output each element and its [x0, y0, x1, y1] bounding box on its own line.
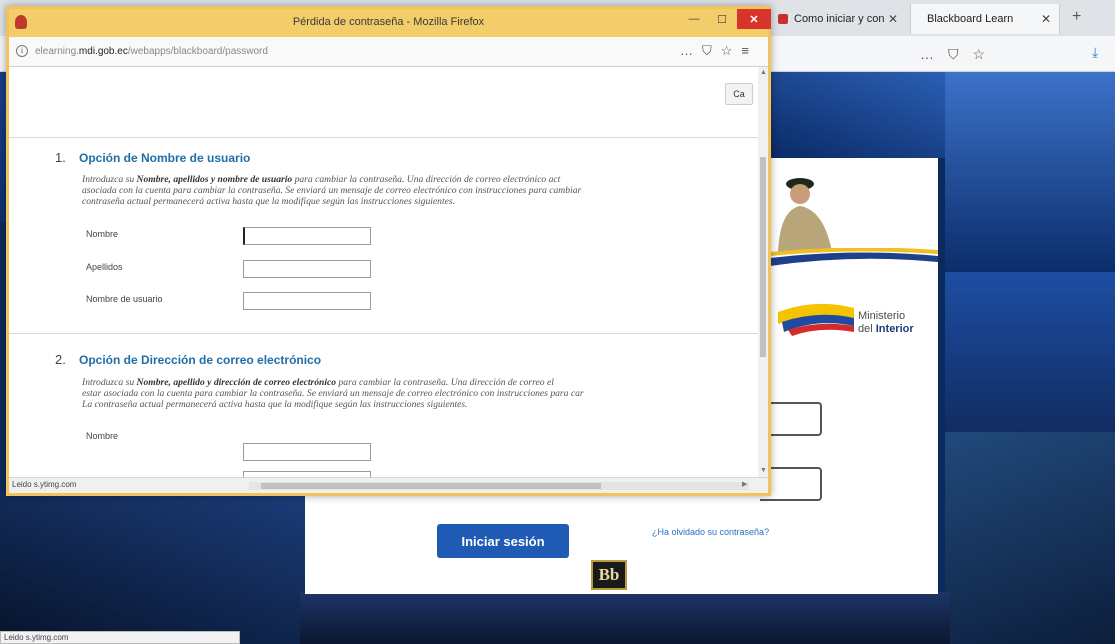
section-divider [9, 333, 758, 334]
bookmark-star-icon[interactable]: ☆ [721, 43, 733, 59]
scroll-down-arrow-icon[interactable]: ▼ [760, 467, 767, 474]
scrollbar-thumb[interactable] [760, 157, 766, 357]
minimize-button[interactable]: — [681, 9, 707, 29]
collage-photo [0, 492, 310, 644]
section-description-line: Introduzca su Nombre, apellidos y nombre… [82, 174, 758, 185]
desc-pre: Introduzca su [82, 174, 137, 185]
section-divider [9, 137, 758, 138]
scrollbar-thumb[interactable] [261, 483, 601, 489]
tab-blackboard-learn[interactable]: Blackboard Learn ✕ [910, 4, 1060, 34]
cancel-button[interactable]: Ca [725, 83, 753, 105]
section-number: 2. [55, 352, 66, 367]
first-name-input[interactable] [243, 443, 371, 461]
username-label: Nombre de usuario [86, 294, 163, 304]
blackboard-logo: Bb [591, 560, 627, 590]
popup-status-bar: Leido s.ytimg.com ▶ [9, 477, 768, 493]
section-description-line: contraseña actual permanecerá activa has… [82, 196, 456, 207]
ecuador-flag-logo [778, 303, 854, 336]
password-reset-popup-window: Pérdida de contraseña - Mozilla Firefox … [6, 6, 771, 496]
login-submit-button[interactable]: Iniciar sesión [437, 524, 569, 558]
popup-title-bar[interactable]: Pérdida de contraseña - Mozilla Firefox … [9, 9, 771, 37]
desc-bold: Nombre, apellido y dirección de correo e… [136, 377, 337, 388]
desc-post: para cambiar la contraseña. Una direcció… [336, 377, 554, 388]
section-number: 1. [55, 150, 66, 165]
pocket-icon[interactable]: ⛉ [948, 46, 959, 63]
desc-bold: Nombre, apellidos y nombre de usuario [136, 174, 293, 185]
first-name-label: Nombre [86, 229, 119, 239]
bookmark-star-icon[interactable]: ☆ [973, 46, 986, 63]
scroll-up-arrow-icon[interactable]: ▲ [760, 69, 767, 76]
url-text[interactable]: elearning.mdi.gob.ec/webapps/blackboard/… [35, 46, 268, 57]
tab-como-iniciar[interactable]: Como iniciar y con ✕ [770, 4, 906, 34]
collage-photo [945, 272, 1115, 432]
officer-photo [770, 170, 840, 252]
collage-photo [945, 432, 1115, 644]
url-domain: mdi.gob.ec [78, 46, 128, 57]
section-description-line: La contraseña actual permanecerá activa … [82, 399, 468, 410]
tab-label: Como iniciar y con [794, 13, 885, 25]
site-info-icon[interactable]: i [16, 45, 28, 57]
new-tab-button[interactable]: + [1072, 8, 1081, 26]
ministerio-line1: Ministerio [858, 310, 906, 322]
desc-post: para cambiar la contraseña. Una direcció… [292, 174, 561, 185]
username-input[interactable] [243, 292, 371, 310]
ministerio-logo-text: Ministerio del Interior [858, 310, 914, 336]
last-name-label: Apellidos [86, 262, 123, 272]
download-icon[interactable]: ⤓ [1092, 44, 1098, 61]
ministerio-line2-bold: Interior [875, 323, 914, 335]
forgot-password-link[interactable]: ¿Ha olvidado su contraseña? [652, 527, 769, 537]
last-name-input[interactable] [243, 260, 371, 278]
page-actions-icon[interactable]: … [920, 46, 934, 63]
tab-close-icon[interactable]: ✕ [888, 12, 898, 26]
youtube-favicon-icon [778, 14, 788, 24]
ministerio-line2-pre: del [858, 323, 876, 335]
collage-photo [770, 72, 945, 158]
section-description-line: estar asociada con la cuenta para cambia… [82, 388, 584, 399]
close-button[interactable]: ✕ [737, 9, 771, 29]
tab-close-icon[interactable]: ✕ [1041, 12, 1051, 26]
bg-page-actions: … ⛉ ☆ [920, 46, 985, 63]
popup-url-bar: i elearning.mdi.gob.ec/webapps/blackboar… [9, 37, 768, 67]
horizontal-scrollbar[interactable]: ▶ [249, 480, 749, 490]
bg-status-bar: Leido s.ytimg.com [0, 631, 240, 644]
tab-label: Blackboard Learn [927, 13, 1014, 25]
hamburger-menu-icon[interactable]: ≡ [741, 43, 749, 59]
banner-stripe [770, 248, 938, 266]
page-actions-icon[interactable]: … [680, 43, 693, 59]
pocket-icon[interactable]: ⛉ [702, 43, 712, 59]
desc-pre: Introduzca su [82, 377, 137, 388]
section-title: Opción de Dirección de correo electrónic… [79, 353, 322, 367]
url-path: /webapps/blackboard/password [127, 46, 268, 57]
section-title: Opción de Nombre de usuario [79, 151, 251, 165]
section-description-line: Introduzca su Nombre, apellido y direcci… [82, 377, 758, 388]
maximize-button[interactable]: ☐ [709, 9, 735, 29]
popup-window-title: Pérdida de contraseña - Mozilla Firefox [292, 16, 485, 28]
collage-photo [945, 72, 1115, 272]
scroll-right-arrow-icon[interactable]: ▶ [742, 480, 747, 488]
section-description-line: asociada con la cuenta para cambiar la c… [82, 185, 582, 196]
collage-photo [300, 592, 950, 644]
popup-url-actions: … ⛉ ☆ ≡ [680, 43, 749, 59]
popup-page-content: Ca 1. Opción de Nombre de usuario Introd… [9, 67, 758, 477]
first-name-input[interactable] [243, 227, 371, 245]
url-prefix: elearning. [35, 46, 79, 57]
vertical-scrollbar[interactable]: ▲ ▼ [758, 67, 768, 477]
status-text: Leido s.ytimg.com [12, 480, 77, 489]
first-name-label: Nombre [86, 431, 119, 441]
